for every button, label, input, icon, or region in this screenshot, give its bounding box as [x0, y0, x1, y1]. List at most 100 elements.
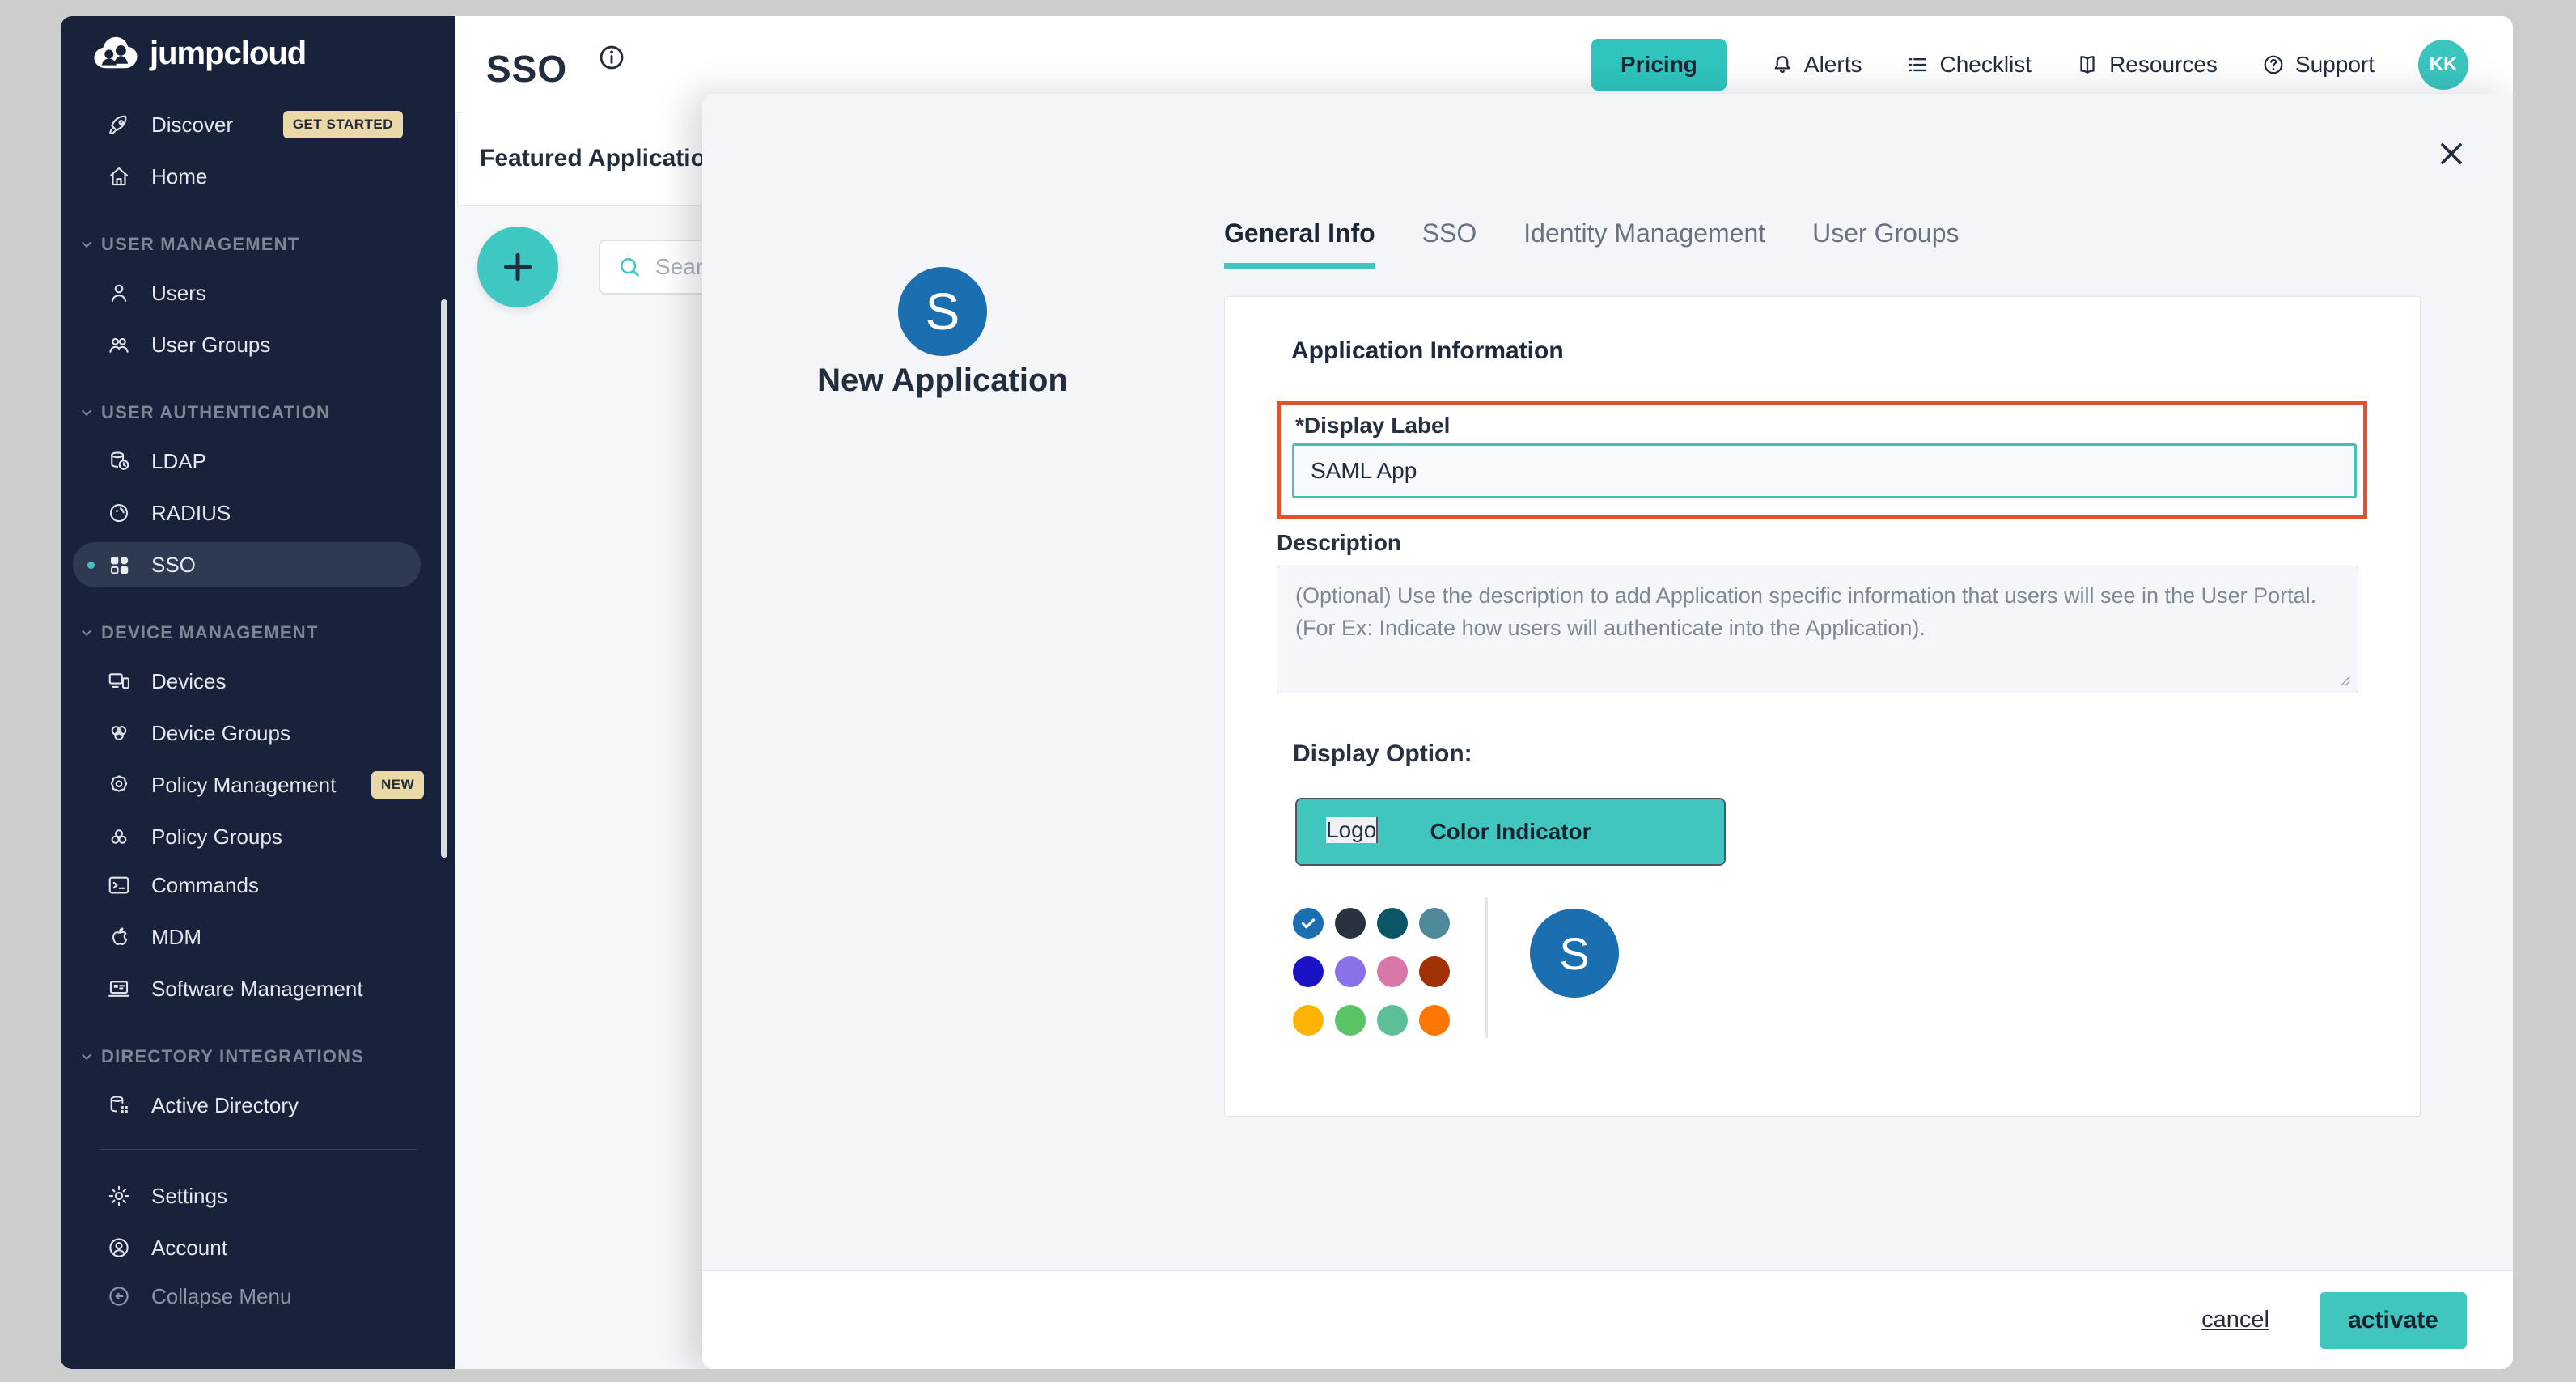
color-swatch[interactable]: [1293, 1005, 1324, 1036]
sidebar-item-discover[interactable]: Discover GET STARTED: [93, 102, 443, 147]
chevron-down-icon: [80, 238, 93, 251]
sidebar-item-software-management[interactable]: Software Management: [93, 966, 443, 1011]
sidebar-item-collapse-menu[interactable]: Collapse Menu: [93, 1274, 443, 1319]
sidebar-section-directory-integrations[interactable]: DIRECTORY INTEGRATIONS: [80, 1041, 364, 1073]
sidebar-item-label: MDM: [151, 925, 201, 950]
gear-icon: [104, 1181, 133, 1210]
sidebar-section-device-management[interactable]: DEVICE MANAGEMENT: [80, 617, 319, 649]
screen: jumpcloud Discover GET STARTED Home USER…: [0, 0, 2576, 1382]
alerts-button[interactable]: Alerts: [1770, 52, 1862, 78]
color-swatch[interactable]: [1335, 1005, 1366, 1036]
policy-badge-icon: [104, 770, 133, 799]
option-logo[interactable]: Logo: [1326, 817, 1378, 843]
app-window: jumpcloud Discover GET STARTED Home USER…: [61, 16, 2513, 1369]
sidebar-item-label: Collapse Menu: [151, 1284, 291, 1309]
sidebar-item-label: Account: [151, 1236, 227, 1261]
sidebar-item-label: Policy Groups: [151, 825, 282, 850]
sidebar-section-label: USER AUTHENTICATION: [101, 402, 330, 423]
color-swatch[interactable]: [1335, 956, 1366, 987]
sidebar-item-user-groups[interactable]: User Groups: [93, 322, 443, 367]
support-button[interactable]: Support: [2261, 52, 2375, 78]
pricing-button[interactable]: Pricing: [1591, 39, 1727, 91]
chevron-down-icon: [80, 626, 93, 639]
sidebar-scrollbar[interactable]: [441, 299, 447, 858]
display-label-annotation-box: *Display Label: [1277, 401, 2367, 519]
logo-text: jumpcloud: [150, 36, 306, 72]
checklist-button[interactable]: Checklist: [1905, 52, 2032, 78]
sidebar-item-settings[interactable]: Settings: [93, 1173, 443, 1219]
sidebar-section-user-authentication[interactable]: USER AUTHENTICATION: [80, 396, 330, 429]
sidebar-item-mdm[interactable]: MDM: [93, 914, 443, 960]
radar-icon: [104, 498, 133, 528]
color-preview-avatar: S: [1530, 909, 1619, 998]
tab-identity-management[interactable]: Identity Management: [1523, 218, 1765, 269]
color-swatch[interactable]: [1419, 908, 1450, 939]
info-icon[interactable]: [596, 42, 627, 73]
jumpcloud-logo[interactable]: jumpcloud: [90, 34, 306, 73]
page-title: SSO: [486, 47, 567, 91]
bell-icon: [1770, 53, 1794, 77]
users-group-icon: [104, 330, 133, 359]
add-application-button[interactable]: [477, 227, 558, 307]
policy-groups-icon: [104, 822, 133, 851]
sidebar-item-sso[interactable]: SSO: [73, 542, 421, 587]
tab-sso[interactable]: SSO: [1422, 218, 1477, 269]
sidebar-item-active-directory[interactable]: Active Directory: [93, 1083, 443, 1128]
sidebar-item-users[interactable]: Users: [93, 270, 443, 316]
color-swatch[interactable]: [1419, 956, 1450, 987]
sidebar-item-commands[interactable]: Commands: [93, 863, 443, 908]
description-textarea[interactable]: [1277, 566, 2358, 693]
card-heading: Application Information: [1291, 337, 1564, 365]
sidebar-item-ldap[interactable]: LDAP: [93, 439, 443, 484]
active-indicator-dot: [87, 562, 95, 569]
chevron-down-icon: [80, 406, 93, 419]
sidebar-item-device-groups[interactable]: Device Groups: [93, 710, 443, 756]
sidebar-divider: [100, 1149, 417, 1150]
sidebar-item-label: SSO: [151, 553, 196, 578]
application-avatar: S: [898, 267, 987, 356]
account-icon: [104, 1233, 133, 1262]
color-swatch[interactable]: [1335, 908, 1366, 939]
new-badge: NEW: [371, 771, 424, 799]
terminal-icon: [104, 871, 133, 900]
display-option-label: Display Option:: [1293, 740, 1472, 768]
display-label-input[interactable]: [1292, 443, 2357, 498]
sidebar-item-policy-management[interactable]: Policy Management NEW: [93, 762, 443, 808]
new-application-panel: S New Application General Info SSO Ident…: [702, 94, 2513, 1369]
close-icon[interactable]: [2434, 136, 2469, 172]
resources-button[interactable]: Resources: [2075, 52, 2218, 78]
sidebar-item-label: Home: [151, 164, 207, 189]
sidebar-section-user-management[interactable]: USER MANAGEMENT: [80, 228, 299, 261]
description-label: Description: [1277, 530, 1401, 556]
chevron-down-icon: [80, 1050, 93, 1063]
color-swatch[interactable]: [1377, 908, 1408, 939]
activate-button[interactable]: activate: [2320, 1292, 2467, 1349]
home-icon: [104, 162, 133, 191]
sidebar-item-label: Users: [151, 281, 206, 306]
color-swatch[interactable]: [1293, 956, 1324, 987]
tab-user-groups[interactable]: User Groups: [1812, 218, 1959, 269]
sidebar-item-label: Software Management: [151, 977, 363, 1002]
software-laptop-icon: [104, 974, 133, 1003]
book-icon: [2075, 53, 2099, 77]
user-avatar[interactable]: KK: [2418, 40, 2468, 90]
sidebar-item-devices[interactable]: Devices: [93, 659, 443, 704]
sidebar-item-home[interactable]: Home: [93, 154, 443, 199]
get-started-badge: GET STARTED: [283, 111, 403, 138]
sidebar-item-radius[interactable]: RADIUS: [93, 490, 443, 536]
sidebar-item-account[interactable]: Account: [93, 1225, 443, 1270]
sidebar-item-label: Device Groups: [151, 721, 290, 746]
sidebar-section-label: DEVICE MANAGEMENT: [101, 622, 319, 643]
color-swatch[interactable]: [1419, 1005, 1450, 1036]
checklist-icon: [1905, 53, 1930, 77]
sidebar-section-label: USER MANAGEMENT: [101, 234, 299, 255]
cancel-button[interactable]: cancel: [2201, 1307, 2269, 1333]
tab-general-info[interactable]: General Info: [1224, 218, 1375, 269]
featured-applications-title: Featured Applications: [480, 112, 734, 205]
display-label-label: *Display Label: [1295, 413, 1450, 439]
color-swatch-selected[interactable]: [1293, 908, 1324, 939]
color-swatch[interactable]: [1377, 956, 1408, 987]
sidebar-item-label: RADIUS: [151, 501, 231, 526]
sidebar-item-policy-groups[interactable]: Policy Groups: [93, 814, 443, 859]
color-swatch[interactable]: [1377, 1005, 1408, 1036]
